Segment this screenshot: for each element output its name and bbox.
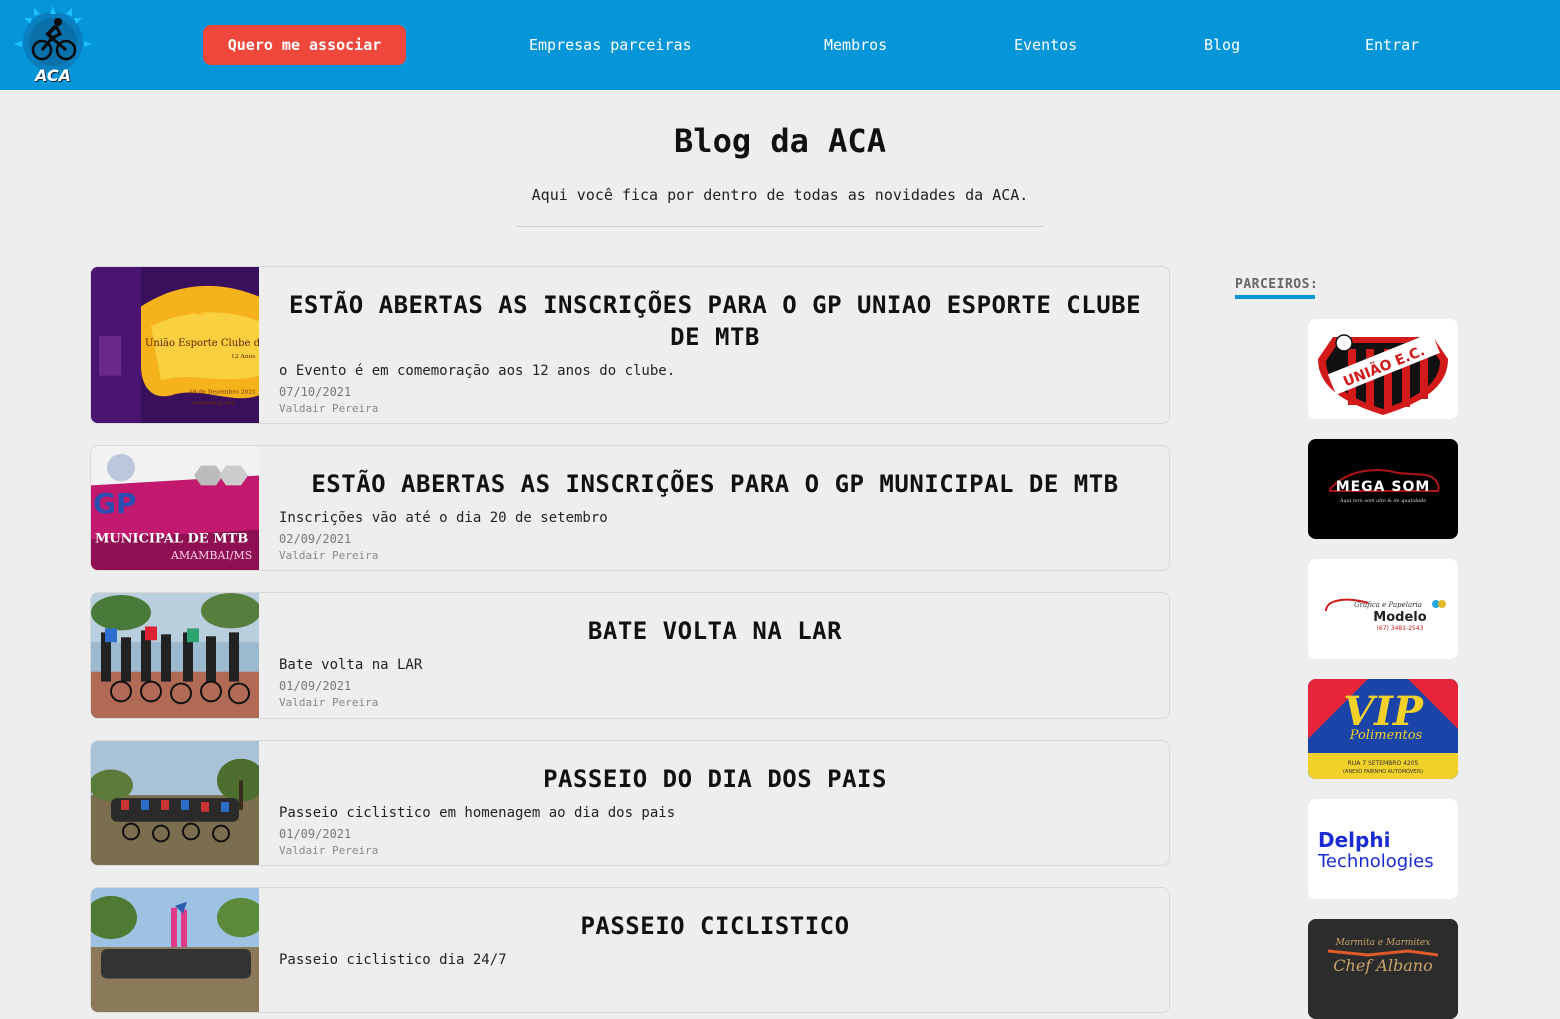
post-body: PASSEIO CICLISTICO Passeio ciclistico di…: [279, 910, 1151, 968]
blog-post-card[interactable]: GP MUNICIPAL DE MTB AMAMBAI/MS ESTÃO ABE…: [90, 445, 1170, 571]
post-author: Valdair Pereira: [279, 402, 379, 415]
nav-blog[interactable]: Blog: [1204, 36, 1240, 54]
post-author: Valdair Pereira: [279, 549, 379, 562]
partner-delphi[interactable]: Delphi Technologies: [1308, 799, 1458, 899]
partner-uniao-ec[interactable]: UNIÃO E.C.: [1308, 319, 1458, 419]
blog-post-card[interactable]: GP União Esporte Clube de MTB 12 Anos 19…: [90, 266, 1170, 424]
thumb-municipal-text: MUNICIPAL DE MTB: [95, 532, 248, 547]
thumb-city-text: AMAMBAI-MS: [190, 400, 235, 407]
post-body: ESTÃO ABERTAS AS INSCRIÇÕES PARA O GP MU…: [279, 468, 1151, 562]
partners-underline: [1235, 295, 1315, 299]
post-body: BATE VOLTA NA LAR Bate volta na LAR 01/0…: [279, 615, 1151, 709]
thumb-gp-text: GP: [175, 292, 214, 322]
post-thumbnail: [91, 593, 259, 718]
partner-address: RUA 7 SETEMBRO 4205: [1348, 760, 1419, 767]
partner-subtext: Chef Albano: [1333, 956, 1432, 975]
thumb-years-text: 12 Anos: [231, 353, 255, 360]
nav-members[interactable]: Membros: [824, 36, 887, 54]
post-description: Bate volta na LAR: [279, 657, 423, 673]
partners-heading: PARCEIROS:: [1235, 277, 1319, 292]
post-title[interactable]: BATE VOLTA NA LAR: [279, 615, 1151, 647]
join-button[interactable]: Quero me associar: [203, 25, 406, 65]
post-thumbnail: [91, 888, 259, 1012]
thumb-city-text: AMAMBAI/MS: [170, 549, 252, 562]
partner-mega-som[interactable]: MEGA SOM Aqui tem som alto & de qualidad…: [1308, 439, 1458, 539]
partner-vip-polimentos[interactable]: VIP Polimentos RUA 7 SETEMBRO 4205 (ANEX…: [1308, 679, 1458, 779]
post-thumbnail: [91, 741, 259, 865]
nav-partner-companies[interactable]: Empresas parceiras: [529, 36, 692, 54]
partner-text: MEGA SOM: [1336, 479, 1431, 495]
post-date: 01/09/2021: [279, 827, 352, 841]
aca-logo[interactable]: ACA: [12, 4, 94, 86]
post-title[interactable]: PASSEIO CICLISTICO: [279, 910, 1151, 942]
partner-subtext: Technologies: [1317, 851, 1434, 872]
page-subtitle: Aqui você fica por dentro de todas as no…: [531, 186, 1029, 204]
post-body: ESTÃO ABERTAS AS INSCRIÇÕES PARA O GP UN…: [279, 289, 1151, 415]
thumb-gp-text: GP: [93, 487, 136, 520]
blog-post-card[interactable]: PASSEIO DO DIA DOS PAIS Passeio ciclisti…: [90, 740, 1170, 866]
partner-address-2: (ANEXO FABINHO AUTOMÓVEIS): [1343, 768, 1423, 775]
blog-post-card[interactable]: BATE VOLTA NA LAR Bate volta na LAR 01/0…: [90, 592, 1170, 719]
partner-subtext: Aqui tem som alto & de qualidade: [1339, 498, 1426, 504]
post-description: o Evento é em comemoração aos 12 anos do…: [279, 363, 676, 379]
post-date: 01/09/2021: [279, 679, 352, 693]
nav-events[interactable]: Eventos: [1014, 36, 1077, 54]
thumb-date-text: 19 de Dezembro 2021: [189, 388, 256, 395]
partner-subtext: Polimentos: [1349, 728, 1423, 743]
post-title[interactable]: PASSEIO DO DIA DOS PAIS: [279, 763, 1151, 795]
post-description: Passeio ciclistico em homenagem ao dia d…: [279, 805, 676, 821]
partner-marmitex[interactable]: Marmita e Marmitex Chef Albano: [1308, 919, 1458, 1019]
post-date: 07/10/2021: [279, 385, 352, 399]
title-divider: [516, 226, 1044, 227]
page-title: Blog da ACA: [674, 122, 886, 160]
site-header: ACA Quero me associar Empresas parceiras…: [0, 0, 1560, 90]
partner-text: Marmita e Marmitex: [1335, 938, 1431, 948]
post-thumbnail: GP MUNICIPAL DE MTB AMAMBAI/MS: [91, 446, 259, 570]
blog-post-card[interactable]: PASSEIO CICLISTICO Passeio ciclistico di…: [90, 887, 1170, 1013]
nav-login[interactable]: Entrar: [1365, 36, 1419, 54]
post-thumbnail: GP União Esporte Clube de MTB 12 Anos 19…: [91, 267, 259, 423]
partner-grafica-modelo[interactable]: Gráfica e Papelaria Modelo (67) 3481-254…: [1308, 559, 1458, 659]
partner-text: Modelo: [1373, 610, 1426, 625]
post-author: Valdair Pereira: [279, 696, 379, 709]
post-title[interactable]: ESTÃO ABERTAS AS INSCRIÇÕES PARA O GP MU…: [279, 468, 1151, 500]
post-date: 02/09/2021: [279, 532, 352, 546]
post-title[interactable]: ESTÃO ABERTAS AS INSCRIÇÕES PARA O GP UN…: [279, 289, 1151, 353]
post-body: PASSEIO DO DIA DOS PAIS Passeio ciclisti…: [279, 763, 1151, 857]
post-author: Valdair Pereira: [279, 844, 379, 857]
thumb-club-text: União Esporte Clube de MTB: [145, 338, 259, 349]
logo-text: ACA: [34, 66, 71, 85]
post-description: Passeio ciclistico dia 24/7: [279, 952, 507, 968]
partner-text: Delphi: [1318, 828, 1390, 852]
post-description: Inscrições vão até o dia 20 de setembro: [279, 510, 608, 526]
partner-phone: (67) 3481-2543: [1377, 625, 1424, 632]
